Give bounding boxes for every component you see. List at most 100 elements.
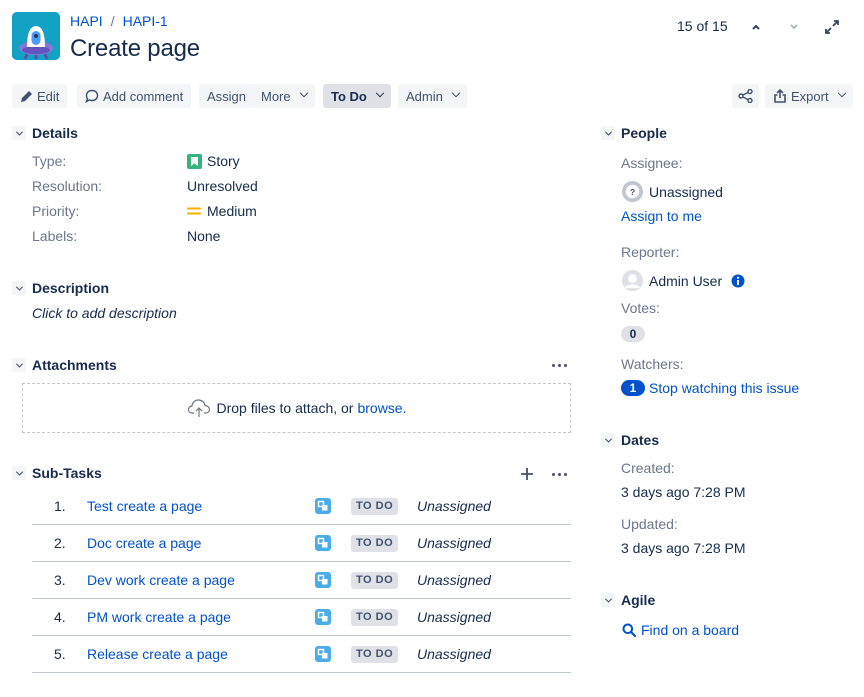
- share-icon: [738, 89, 753, 103]
- priority-label: Priority:: [32, 203, 80, 219]
- attachments-more-button[interactable]: [552, 364, 567, 367]
- previous-issue-button[interactable]: [744, 15, 768, 39]
- find-on-board-label: Find on a board: [641, 622, 740, 638]
- add-comment-button[interactable]: Add comment: [77, 84, 192, 108]
- stop-watching-link[interactable]: Stop watching this issue: [649, 380, 799, 396]
- labels-label: Labels:: [32, 228, 78, 244]
- chevron-down-icon: [299, 88, 308, 98]
- pencil-icon: [21, 90, 32, 102]
- status-button[interactable]: To Do: [323, 84, 391, 108]
- people-section-header[interactable]: People: [601, 125, 667, 141]
- export-icon: [774, 89, 786, 103]
- votes-badge: 0: [621, 326, 645, 342]
- info-icon[interactable]: [731, 274, 745, 288]
- subtask-status-badge[interactable]: TO DO: [351, 571, 399, 589]
- subtask-assignee: Unassigned: [417, 646, 491, 662]
- collapse-toggle-icon[interactable]: [12, 281, 26, 295]
- reporter-name: Admin User: [649, 272, 723, 289]
- subtask-status-badge[interactable]: TO DO: [351, 608, 399, 626]
- people-title: People: [621, 125, 667, 141]
- collapse-toggle-icon[interactable]: [12, 466, 26, 480]
- type-label: Type:: [32, 153, 67, 169]
- search-icon: [622, 623, 636, 637]
- collapse-toggle-icon[interactable]: [12, 126, 26, 140]
- subtask-type-icon: [315, 646, 331, 662]
- subtasks-section-header[interactable]: Sub-Tasks: [12, 465, 102, 481]
- export-button[interactable]: Export: [765, 84, 853, 108]
- subtask-link[interactable]: Doc create a page: [87, 535, 201, 551]
- votes-label: Votes:: [621, 300, 660, 316]
- issue-pager-count: 15 of 15: [677, 18, 728, 34]
- collapse-toggle-icon[interactable]: [601, 593, 615, 607]
- details-title: Details: [32, 125, 78, 141]
- subtask-link[interactable]: PM work create a page: [87, 609, 231, 625]
- reporter-value[interactable]: Admin User: [621, 269, 745, 292]
- expand-button[interactable]: [820, 15, 844, 39]
- assign-button[interactable]: Assign: [199, 84, 255, 108]
- description-field[interactable]: Click to add description: [32, 305, 177, 321]
- assign-label: Assign: [207, 88, 247, 104]
- assign-to-me-link[interactable]: Assign to me: [621, 208, 702, 224]
- next-issue-button[interactable]: [782, 15, 806, 39]
- breadcrumb: HAPI / HAPI-1: [70, 13, 168, 29]
- more-label: More: [261, 88, 291, 104]
- subtask-status-badge[interactable]: TO DO: [351, 645, 399, 663]
- votes-count[interactable]: 0: [621, 325, 645, 342]
- find-on-board-link[interactable]: Find on a board: [622, 622, 739, 638]
- share-button[interactable]: [732, 84, 759, 108]
- subtask-link[interactable]: Test create a page: [87, 498, 202, 514]
- attachments-section-header[interactable]: Attachments: [12, 357, 117, 373]
- resolution-value: Unresolved: [187, 178, 258, 194]
- subtask-link[interactable]: Release create a page: [87, 646, 228, 662]
- agile-section-header[interactable]: Agile: [601, 592, 655, 608]
- subtask-row: 1. Test create a page TO DO Unassigned: [32, 488, 571, 525]
- subtask-number: 4.: [54, 609, 66, 625]
- description-section-header[interactable]: Description: [12, 280, 109, 296]
- subtask-assignee: Unassigned: [417, 609, 491, 625]
- chevron-down-icon: [790, 24, 798, 30]
- subtask-assignee: Unassigned: [417, 572, 491, 588]
- labels-value[interactable]: None: [187, 228, 220, 244]
- subtask-type-icon: [315, 572, 331, 588]
- dates-section-header[interactable]: Dates: [601, 432, 659, 448]
- breadcrumb-project[interactable]: HAPI: [70, 13, 103, 29]
- subtask-row: 4. PM work create a page TO DO Unassigne…: [32, 599, 571, 636]
- subtask-status-badge[interactable]: TO DO: [351, 497, 399, 515]
- subtask-assignee: Unassigned: [417, 498, 491, 514]
- description-title: Description: [32, 280, 110, 296]
- breadcrumb-issue-key[interactable]: HAPI-1: [123, 13, 168, 29]
- details-section-header[interactable]: Details: [12, 125, 78, 141]
- priority-value[interactable]: Medium: [187, 203, 257, 219]
- priority-text: Medium: [207, 203, 257, 219]
- page-title: Create page: [70, 35, 200, 62]
- subtasks-more-button[interactable]: [552, 473, 567, 476]
- assignee-name: Unassigned: [649, 183, 723, 200]
- subtask-row: 2. Doc create a page TO DO Unassigned: [32, 525, 571, 562]
- attachment-drop-zone[interactable]: Drop files to attach, or browse.: [22, 383, 571, 433]
- subtask-link[interactable]: Dev work create a page: [87, 572, 235, 588]
- collapse-toggle-icon[interactable]: [601, 433, 615, 447]
- subtask-row: 5. Release create a page TO DO Unassigne…: [32, 636, 571, 673]
- more-button[interactable]: More: [253, 84, 315, 108]
- subtask-row: 3. Dev work create a page TO DO Unassign…: [32, 562, 571, 599]
- add-subtask-button[interactable]: [520, 467, 534, 481]
- chevron-up-icon: [752, 24, 760, 30]
- subtasks-title: Sub-Tasks: [32, 465, 102, 481]
- updated-label: Updated:: [621, 516, 678, 532]
- watchers-badge[interactable]: 1: [621, 380, 645, 396]
- subtask-status-badge[interactable]: TO DO: [351, 534, 399, 552]
- reporter-label: Reporter:: [621, 244, 680, 260]
- chevron-down-icon: [375, 88, 385, 98]
- admin-button[interactable]: Admin: [398, 84, 467, 108]
- assignee-value[interactable]: ? Unassigned: [621, 180, 723, 203]
- collapse-toggle-icon[interactable]: [601, 126, 615, 140]
- priority-medium-icon: [187, 207, 201, 215]
- browse-link[interactable]: browse.: [357, 400, 406, 416]
- collapse-toggle-icon[interactable]: [12, 358, 26, 372]
- drop-text: Drop files to attach, or: [216, 400, 354, 416]
- edit-button[interactable]: Edit: [12, 84, 68, 108]
- project-avatar[interactable]: [12, 12, 60, 60]
- type-value[interactable]: Story: [187, 153, 240, 169]
- add-comment-label: Add comment: [103, 88, 184, 104]
- subtask-type-icon: [315, 609, 331, 625]
